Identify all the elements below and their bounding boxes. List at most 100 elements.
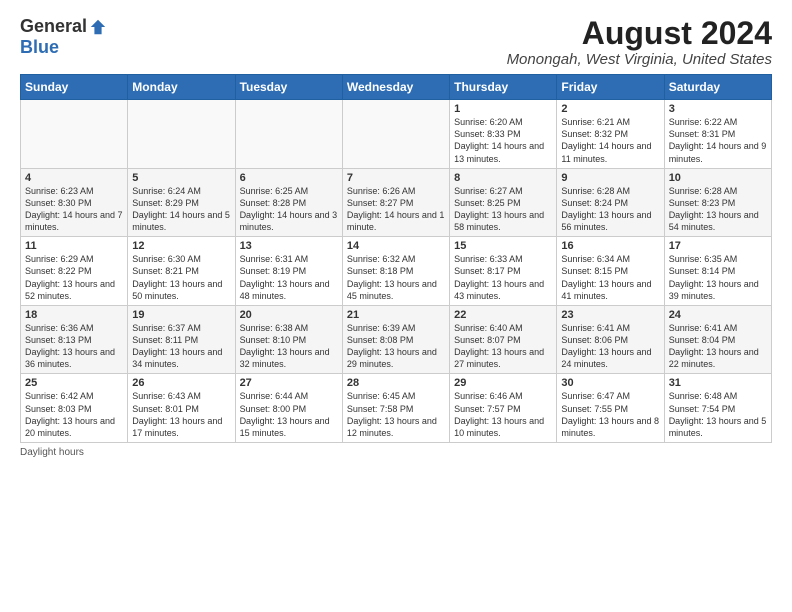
calendar-cell: 2Sunrise: 6:21 AM Sunset: 8:32 PM Daylig… (557, 100, 664, 169)
day-info: Sunrise: 6:41 AM Sunset: 8:06 PM Dayligh… (561, 322, 659, 371)
day-info: Sunrise: 6:48 AM Sunset: 7:54 PM Dayligh… (669, 390, 767, 439)
header: General Blue August 2024 Monongah, West … (20, 16, 772, 68)
day-info: Sunrise: 6:24 AM Sunset: 8:29 PM Dayligh… (132, 185, 230, 234)
day-info: Sunrise: 6:47 AM Sunset: 7:55 PM Dayligh… (561, 390, 659, 439)
calendar-cell: 5Sunrise: 6:24 AM Sunset: 8:29 PM Daylig… (128, 168, 235, 237)
day-number: 3 (669, 103, 767, 115)
title-block: August 2024 Monongah, West Virginia, Uni… (507, 16, 772, 68)
day-info: Sunrise: 6:34 AM Sunset: 8:15 PM Dayligh… (561, 253, 659, 302)
calendar-cell (128, 100, 235, 169)
calendar-table: SundayMondayTuesdayWednesdayThursdayFrid… (20, 74, 772, 443)
day-header-friday: Friday (557, 75, 664, 100)
day-info: Sunrise: 6:42 AM Sunset: 8:03 PM Dayligh… (25, 390, 123, 439)
day-number: 26 (132, 377, 230, 389)
day-number: 22 (454, 309, 552, 321)
day-info: Sunrise: 6:44 AM Sunset: 8:00 PM Dayligh… (240, 390, 338, 439)
calendar-cell: 22Sunrise: 6:40 AM Sunset: 8:07 PM Dayli… (450, 305, 557, 374)
day-info: Sunrise: 6:30 AM Sunset: 8:21 PM Dayligh… (132, 253, 230, 302)
day-info: Sunrise: 6:41 AM Sunset: 8:04 PM Dayligh… (669, 322, 767, 371)
calendar-cell: 19Sunrise: 6:37 AM Sunset: 8:11 PM Dayli… (128, 305, 235, 374)
day-info: Sunrise: 6:29 AM Sunset: 8:22 PM Dayligh… (25, 253, 123, 302)
day-info: Sunrise: 6:22 AM Sunset: 8:31 PM Dayligh… (669, 116, 767, 165)
day-info: Sunrise: 6:20 AM Sunset: 8:33 PM Dayligh… (454, 116, 552, 165)
calendar-cell: 24Sunrise: 6:41 AM Sunset: 8:04 PM Dayli… (664, 305, 771, 374)
page: General Blue August 2024 Monongah, West … (0, 0, 792, 468)
day-number: 27 (240, 377, 338, 389)
day-number: 16 (561, 240, 659, 252)
day-number: 6 (240, 172, 338, 184)
footer: Daylight hours (20, 447, 772, 458)
day-number: 20 (240, 309, 338, 321)
calendar-cell: 27Sunrise: 6:44 AM Sunset: 8:00 PM Dayli… (235, 374, 342, 443)
day-number: 9 (561, 172, 659, 184)
day-number: 2 (561, 103, 659, 115)
calendar-cell: 21Sunrise: 6:39 AM Sunset: 8:08 PM Dayli… (342, 305, 449, 374)
day-info: Sunrise: 6:26 AM Sunset: 8:27 PM Dayligh… (347, 185, 445, 234)
calendar-cell: 9Sunrise: 6:28 AM Sunset: 8:24 PM Daylig… (557, 168, 664, 237)
day-info: Sunrise: 6:28 AM Sunset: 8:24 PM Dayligh… (561, 185, 659, 234)
calendar-cell (235, 100, 342, 169)
day-number: 4 (25, 172, 123, 184)
calendar-cell: 17Sunrise: 6:35 AM Sunset: 8:14 PM Dayli… (664, 237, 771, 306)
calendar-cell: 28Sunrise: 6:45 AM Sunset: 7:58 PM Dayli… (342, 374, 449, 443)
calendar-cell: 29Sunrise: 6:46 AM Sunset: 7:57 PM Dayli… (450, 374, 557, 443)
day-number: 19 (132, 309, 230, 321)
day-number: 29 (454, 377, 552, 389)
day-header-thursday: Thursday (450, 75, 557, 100)
calendar-cell: 30Sunrise: 6:47 AM Sunset: 7:55 PM Dayli… (557, 374, 664, 443)
calendar-cell: 26Sunrise: 6:43 AM Sunset: 8:01 PM Dayli… (128, 374, 235, 443)
calendar-cell: 16Sunrise: 6:34 AM Sunset: 8:15 PM Dayli… (557, 237, 664, 306)
day-info: Sunrise: 6:21 AM Sunset: 8:32 PM Dayligh… (561, 116, 659, 165)
day-info: Sunrise: 6:25 AM Sunset: 8:28 PM Dayligh… (240, 185, 338, 234)
calendar-cell (342, 100, 449, 169)
day-info: Sunrise: 6:39 AM Sunset: 8:08 PM Dayligh… (347, 322, 445, 371)
calendar-cell (21, 100, 128, 169)
calendar-header-row: SundayMondayTuesdayWednesdayThursdayFrid… (21, 75, 772, 100)
calendar-cell: 18Sunrise: 6:36 AM Sunset: 8:13 PM Dayli… (21, 305, 128, 374)
day-info: Sunrise: 6:23 AM Sunset: 8:30 PM Dayligh… (25, 185, 123, 234)
day-header-monday: Monday (128, 75, 235, 100)
calendar-cell: 11Sunrise: 6:29 AM Sunset: 8:22 PM Dayli… (21, 237, 128, 306)
day-number: 1 (454, 103, 552, 115)
calendar-week-3: 11Sunrise: 6:29 AM Sunset: 8:22 PM Dayli… (21, 237, 772, 306)
day-number: 14 (347, 240, 445, 252)
calendar-cell: 1Sunrise: 6:20 AM Sunset: 8:33 PM Daylig… (450, 100, 557, 169)
day-number: 10 (669, 172, 767, 184)
day-info: Sunrise: 6:32 AM Sunset: 8:18 PM Dayligh… (347, 253, 445, 302)
calendar-cell: 14Sunrise: 6:32 AM Sunset: 8:18 PM Dayli… (342, 237, 449, 306)
day-number: 31 (669, 377, 767, 389)
logo-general-text: General (20, 16, 87, 37)
calendar-cell: 13Sunrise: 6:31 AM Sunset: 8:19 PM Dayli… (235, 237, 342, 306)
day-info: Sunrise: 6:35 AM Sunset: 8:14 PM Dayligh… (669, 253, 767, 302)
calendar-cell: 7Sunrise: 6:26 AM Sunset: 8:27 PM Daylig… (342, 168, 449, 237)
day-info: Sunrise: 6:31 AM Sunset: 8:19 PM Dayligh… (240, 253, 338, 302)
calendar-cell: 8Sunrise: 6:27 AM Sunset: 8:25 PM Daylig… (450, 168, 557, 237)
month-title: August 2024 (507, 16, 772, 51)
day-header-sunday: Sunday (21, 75, 128, 100)
day-header-tuesday: Tuesday (235, 75, 342, 100)
day-number: 28 (347, 377, 445, 389)
location: Monongah, West Virginia, United States (507, 51, 772, 68)
calendar-week-5: 25Sunrise: 6:42 AM Sunset: 8:03 PM Dayli… (21, 374, 772, 443)
day-info: Sunrise: 6:27 AM Sunset: 8:25 PM Dayligh… (454, 185, 552, 234)
day-number: 13 (240, 240, 338, 252)
day-header-saturday: Saturday (664, 75, 771, 100)
calendar-week-4: 18Sunrise: 6:36 AM Sunset: 8:13 PM Dayli… (21, 305, 772, 374)
calendar-cell: 31Sunrise: 6:48 AM Sunset: 7:54 PM Dayli… (664, 374, 771, 443)
day-info: Sunrise: 6:36 AM Sunset: 8:13 PM Dayligh… (25, 322, 123, 371)
day-number: 12 (132, 240, 230, 252)
day-number: 24 (669, 309, 767, 321)
logo-icon (89, 18, 107, 36)
calendar-cell: 4Sunrise: 6:23 AM Sunset: 8:30 PM Daylig… (21, 168, 128, 237)
calendar-cell: 15Sunrise: 6:33 AM Sunset: 8:17 PM Dayli… (450, 237, 557, 306)
day-info: Sunrise: 6:28 AM Sunset: 8:23 PM Dayligh… (669, 185, 767, 234)
day-header-wednesday: Wednesday (342, 75, 449, 100)
calendar-cell: 3Sunrise: 6:22 AM Sunset: 8:31 PM Daylig… (664, 100, 771, 169)
calendar-week-2: 4Sunrise: 6:23 AM Sunset: 8:30 PM Daylig… (21, 168, 772, 237)
day-number: 30 (561, 377, 659, 389)
logo: General Blue (20, 16, 107, 58)
day-info: Sunrise: 6:37 AM Sunset: 8:11 PM Dayligh… (132, 322, 230, 371)
calendar-cell: 20Sunrise: 6:38 AM Sunset: 8:10 PM Dayli… (235, 305, 342, 374)
calendar-cell: 6Sunrise: 6:25 AM Sunset: 8:28 PM Daylig… (235, 168, 342, 237)
day-info: Sunrise: 6:40 AM Sunset: 8:07 PM Dayligh… (454, 322, 552, 371)
